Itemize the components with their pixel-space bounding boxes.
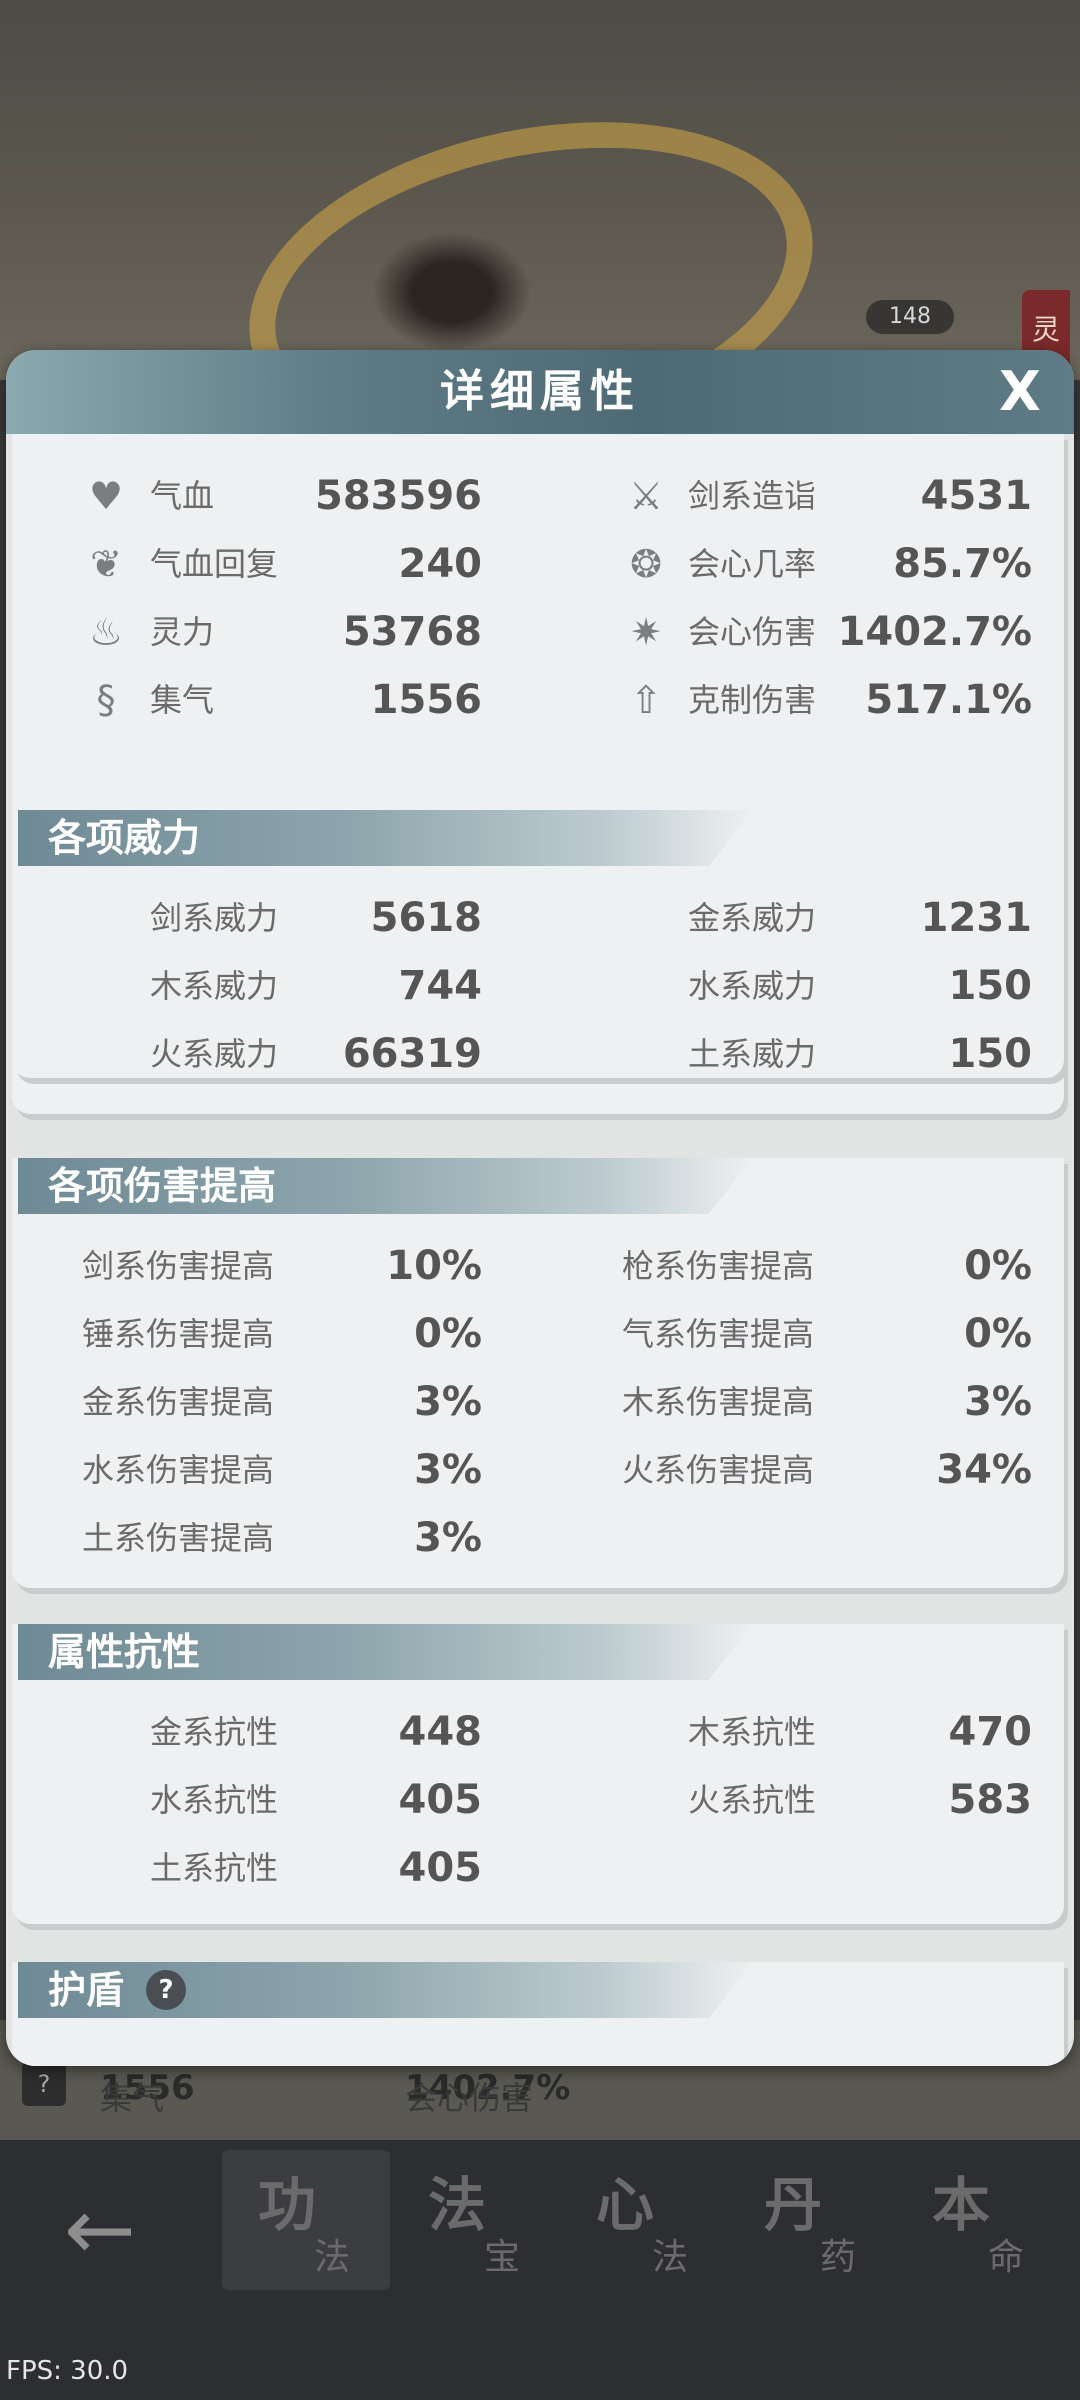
stat-label: 会心伤害 — [688, 613, 817, 651]
stat-value: 517.1% — [865, 677, 1032, 723]
stat-label: 剑系伤害提高 — [82, 1247, 275, 1285]
resist-section: 属性抗性 金系抗性 448 水系抗性 405 土系抗性 405 木系抗性 470… — [12, 1624, 1064, 1924]
bg-stat-crit-damage: 会心伤害 1402.7% — [405, 2068, 571, 2117]
stat-value: 405 — [398, 1845, 483, 1891]
stat-value: 470 — [948, 1709, 1033, 1755]
crit-damage-icon: ✷ — [630, 610, 662, 654]
character-figure — [372, 232, 532, 352]
stat-label: 金系伤害提高 — [82, 1383, 275, 1421]
tab-gongfa[interactable]: 功 法 — [222, 2150, 390, 2290]
stat-value: 1402.7% — [837, 609, 1032, 655]
stat-label: 会心几率 — [688, 545, 817, 583]
close-button[interactable]: X — [986, 358, 1054, 426]
stat-label: 金系抗性 — [150, 1713, 279, 1751]
stat-value: 4531 — [920, 473, 1032, 519]
section-title: 各项威力 — [48, 816, 201, 860]
help-icon[interactable]: ? — [146, 1970, 186, 2010]
stat-value: 583 — [948, 1777, 1033, 1823]
damage-section: 各项伤害提高 剑系伤害提高 10% 锤系伤害提高 0% 金系伤害提高 3% 水系… — [12, 1158, 1064, 1588]
section-title: 属性抗性 — [48, 1630, 201, 1674]
stat-value: 34% — [936, 1447, 1032, 1493]
stat-label: 剑系造诣 — [688, 477, 817, 515]
stat-label: 火系抗性 — [688, 1781, 817, 1819]
section-title: 护盾 — [48, 1968, 125, 2012]
back-button[interactable]: ← — [40, 2180, 160, 2280]
stat-value: 0% — [964, 1311, 1032, 1357]
stat-label: 木系伤害提高 — [622, 1383, 815, 1421]
counter-icon: ⇧ — [630, 678, 662, 722]
stat-value: 150 — [948, 963, 1033, 1009]
swirl-icon: § — [96, 678, 116, 722]
stat-value: 405 — [398, 1777, 483, 1823]
tab-fabao[interactable]: 法 宝 — [392, 2150, 560, 2290]
game-scene: 148 灵 — [0, 0, 1080, 499]
stat-label: 木系抗性 — [688, 1713, 817, 1751]
stat-value: 5618 — [370, 895, 482, 941]
stat-label: 金系威力 — [688, 899, 817, 937]
stat-label: 剑系威力 — [150, 899, 279, 937]
stat-label: 克制伤害 — [688, 681, 817, 719]
stat-value: 448 — [398, 1709, 483, 1755]
stat-value: 3% — [414, 1515, 482, 1561]
level-badge: 148 — [866, 300, 954, 334]
tab-xinfa[interactable]: 心 法 — [560, 2150, 728, 2290]
bg-stat-energy: 集气 1556 — [100, 2068, 195, 2117]
stat-value: 3% — [414, 1379, 482, 1425]
stat-label: 气血回复 — [150, 545, 279, 583]
stat-label: 火系伤害提高 — [622, 1451, 815, 1489]
stat-label: 集气 — [150, 681, 215, 719]
stat-label: 火系威力 — [150, 1035, 279, 1073]
stat-label: 木系威力 — [150, 967, 279, 1005]
stat-label: 灵力 — [150, 613, 215, 651]
stat-value: 240 — [398, 541, 483, 587]
stat-label: 水系伤害提高 — [82, 1451, 275, 1489]
stat-label: 气血 — [150, 477, 215, 515]
shield-section: 护盾 ? — [12, 1962, 1064, 2066]
attribute-dialog: 详细属性 X ♥ 气血 583596 ❦ 气血回复 240 ♨ 灵力 53768… — [6, 350, 1074, 2066]
stat-value: 1556 — [370, 677, 482, 723]
fps-counter: FPS: 30.0 — [6, 2356, 129, 2386]
stat-value: 66319 — [342, 1031, 482, 1077]
help-icon[interactable]: ? — [22, 2062, 66, 2106]
stat-label: 土系抗性 — [150, 1849, 279, 1887]
stat-value: 744 — [398, 963, 483, 1009]
tab-danyao[interactable]: 丹 药 — [728, 2150, 896, 2290]
stat-label: 水系威力 — [688, 967, 817, 1005]
stat-value: 85.7% — [893, 541, 1032, 587]
section-header — [18, 1962, 753, 2018]
stat-label: 土系伤害提高 — [82, 1519, 275, 1557]
heal-icon: ❦ — [90, 542, 122, 586]
stat-value: 150 — [948, 1031, 1033, 1077]
stat-label: 锤系伤害提高 — [82, 1315, 275, 1353]
flame-icon: ♨ — [88, 610, 124, 654]
stat-value: 3% — [964, 1379, 1032, 1425]
stat-value: 583596 — [315, 473, 482, 519]
stat-value: 0% — [414, 1311, 482, 1357]
stat-label: 枪系伤害提高 — [622, 1247, 815, 1285]
tab-benming[interactable]: 本 命 — [896, 2150, 1064, 2290]
stat-value: 53768 — [342, 609, 482, 655]
stat-label: 土系威力 — [688, 1035, 817, 1073]
stat-label: 气系伤害提高 — [622, 1315, 815, 1353]
section-title: 各项伤害提高 — [48, 1164, 277, 1208]
power-section: 各项威力 剑系威力 5618 木系威力 744 火系威力 66319 金系威力 … — [12, 810, 1064, 1078]
crit-rate-icon: ❂ — [630, 542, 662, 586]
stat-value: 3% — [414, 1447, 482, 1493]
stat-label: 水系抗性 — [150, 1781, 279, 1819]
heart-icon: ♥ — [88, 474, 124, 518]
stat-value: 0% — [964, 1243, 1032, 1289]
stat-value: 1231 — [920, 895, 1032, 941]
dialog-title: 详细属性 — [440, 366, 640, 417]
sword-icon: ⚔ — [628, 474, 664, 518]
stat-value: 10% — [386, 1243, 482, 1289]
